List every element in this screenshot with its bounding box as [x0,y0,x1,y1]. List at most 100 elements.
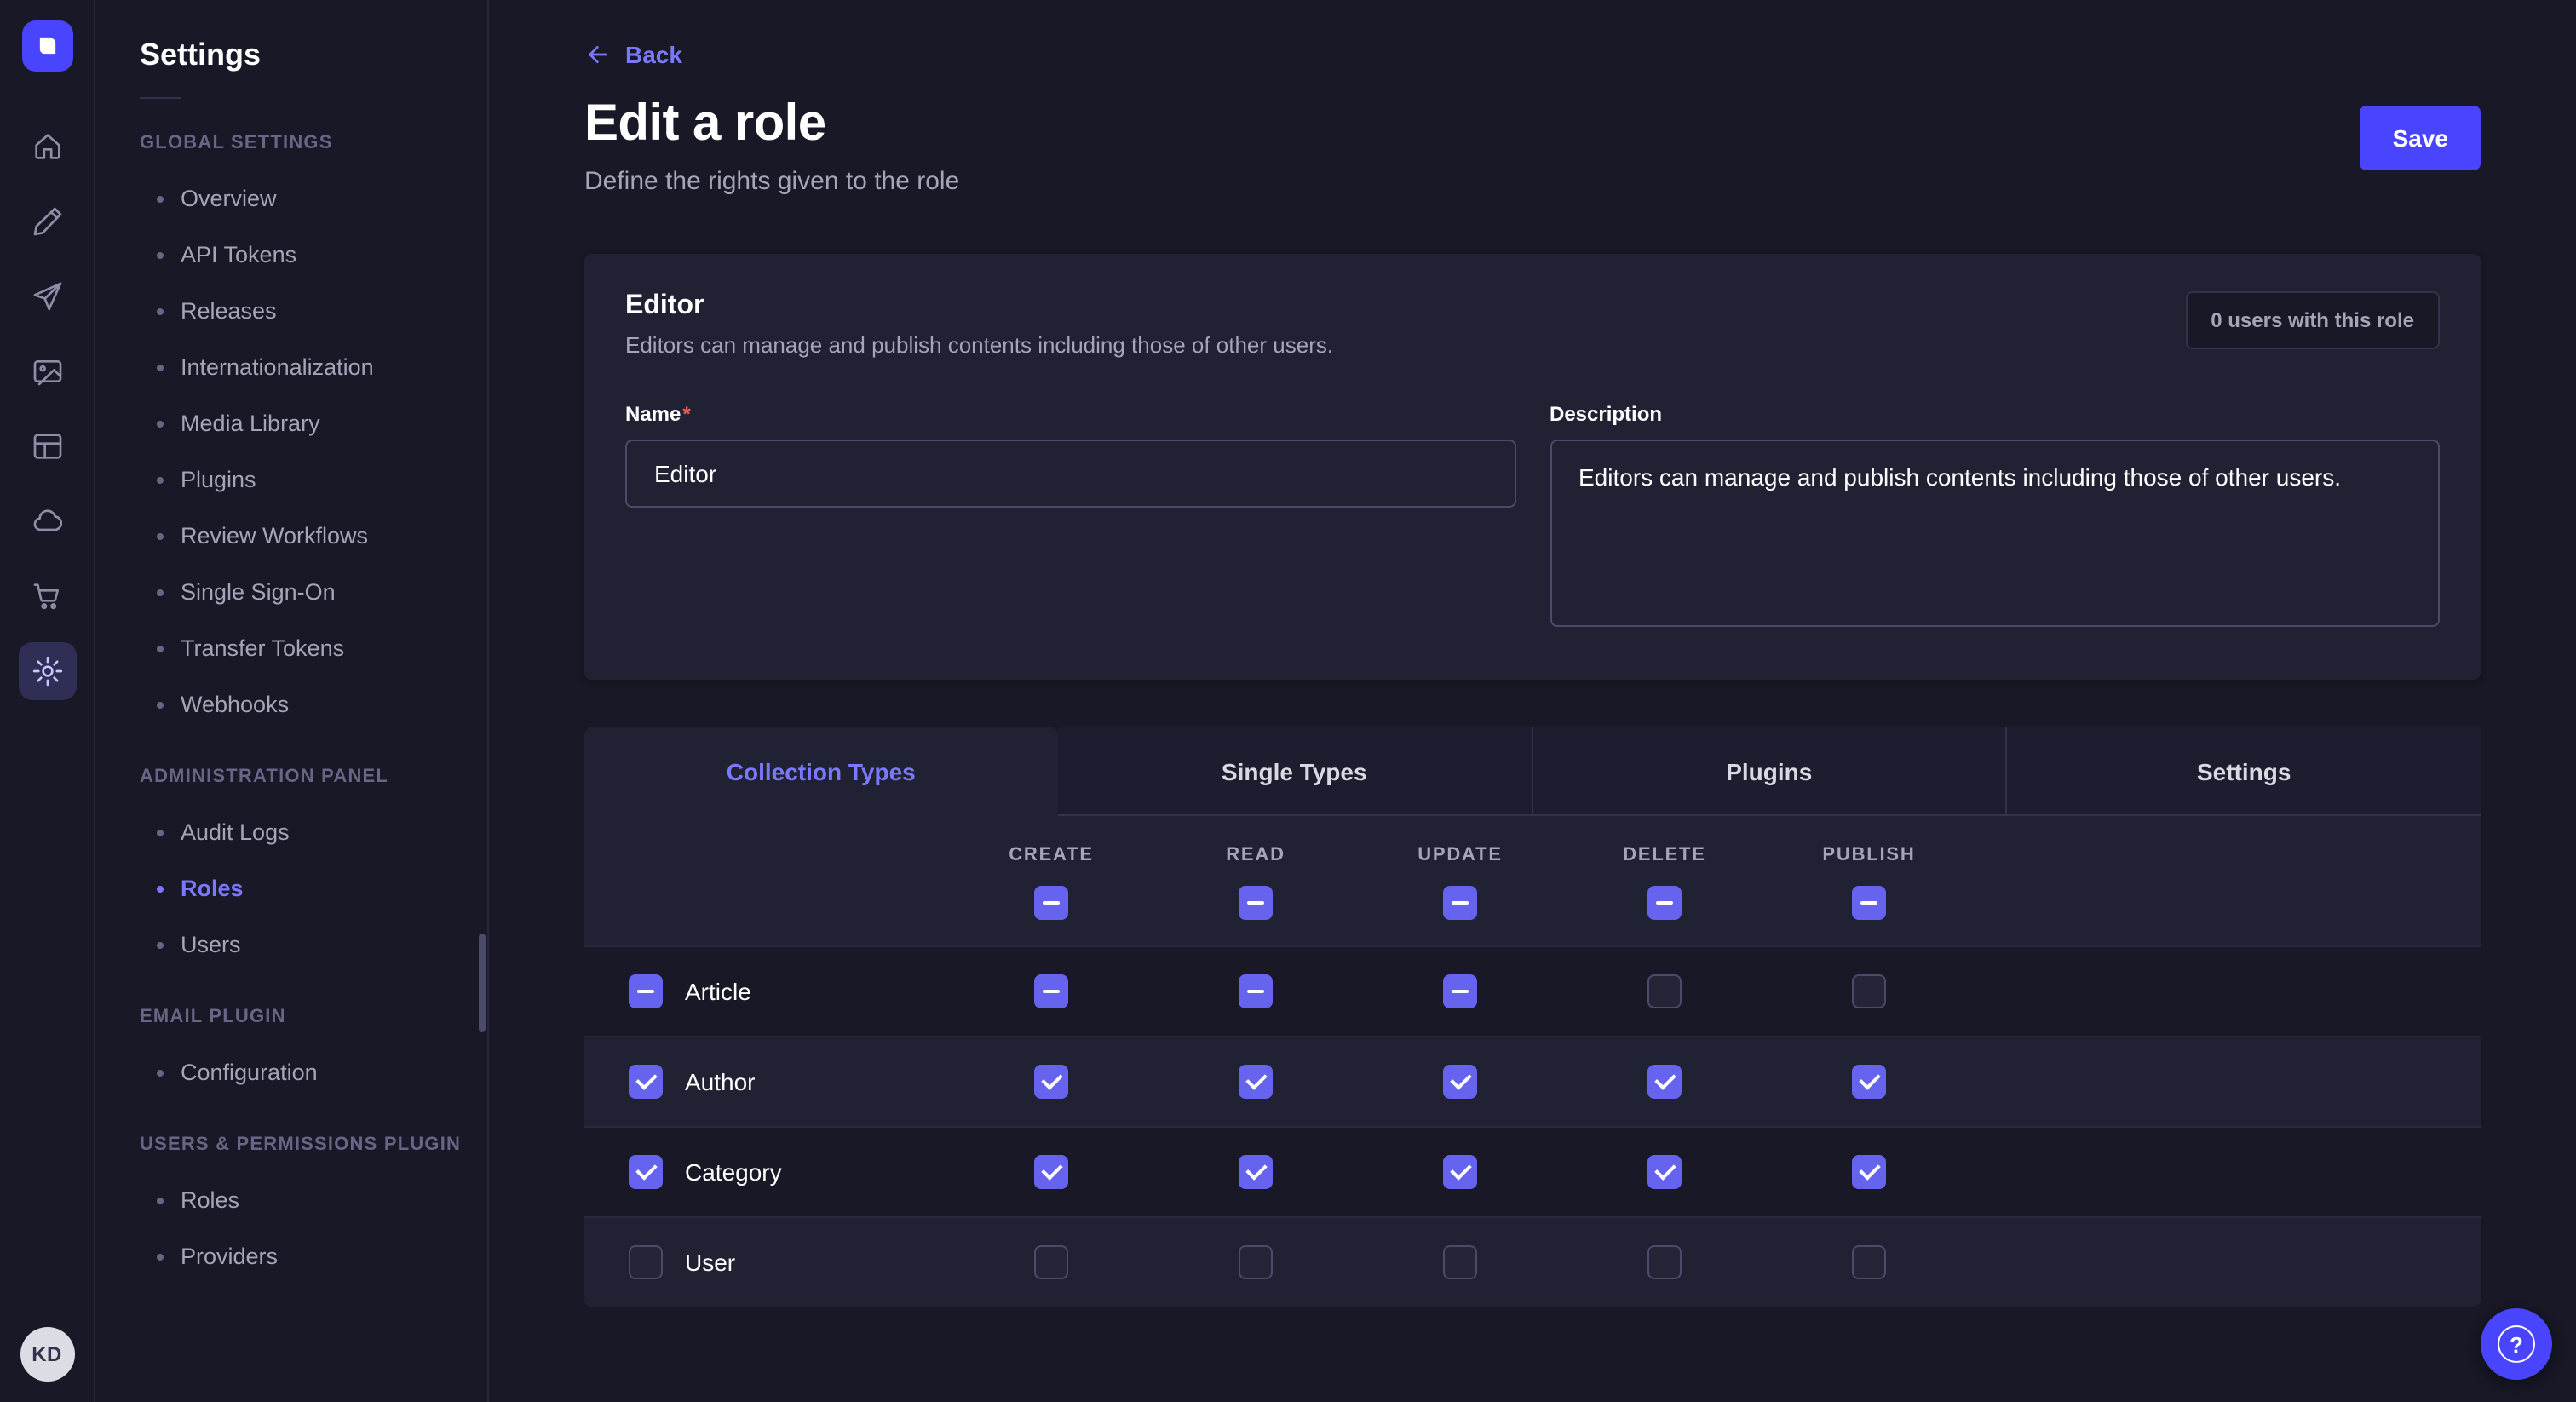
settings-sidebar: Settings GLOBAL SETTINGSOverviewAPI Toke… [95,0,489,1402]
nav-settings[interactable] [18,642,76,700]
tab-single-types[interactable]: Single Types [1058,727,1532,816]
permission-cell [1767,1155,1971,1189]
role-description-textarea[interactable]: Editors can manage and publish contents … [1550,440,2440,627]
name-label-text: Name [625,402,681,426]
sidebar-item-media-library[interactable]: Media Library [140,395,467,451]
row-name-cell: Article [584,974,949,1008]
category-update-checkbox[interactable] [1443,1155,1477,1189]
tab-settings[interactable]: Settings [2006,727,2481,816]
app: KD Settings GLOBAL SETTINGSOverviewAPI T… [0,0,2576,1402]
permission-cell [1562,974,1767,1008]
permission-cell [1358,1155,1562,1189]
sidebar-item-label: Audit Logs [181,819,290,845]
sidebar-item-label: Roles [181,876,244,901]
category-row-checkbox[interactable] [629,1155,663,1189]
select-all-delete-checkbox[interactable] [1647,886,1682,920]
select-all-publish-checkbox[interactable] [1852,886,1886,920]
author-update-checkbox[interactable] [1443,1065,1477,1099]
user-read-checkbox[interactable] [1239,1245,1273,1279]
bullet-icon [157,701,164,708]
select-all-create-checkbox[interactable] [1034,886,1068,920]
category-delete-checkbox[interactable] [1647,1155,1682,1189]
permissions-column-read: READ [1153,845,1358,920]
sidebar-item-plugins[interactable]: Plugins [140,451,467,508]
user-update-checkbox[interactable] [1443,1245,1477,1279]
back-label: Back [625,41,682,68]
nav-content-manager[interactable] [18,192,76,250]
sidebar-sections: GLOBAL SETTINGSOverviewAPI TokensRelease… [140,133,467,1284]
sidebar-item-label: API Tokens [181,242,296,267]
sidebar-item-label: Releases [181,298,277,324]
save-button[interactable]: Save [2360,106,2481,170]
permission-cell [1153,974,1358,1008]
tab-plugins[interactable]: Plugins [1531,727,2006,816]
user-row-checkbox[interactable] [629,1245,663,1279]
category-create-checkbox[interactable] [1034,1155,1068,1189]
permission-cell [1562,1065,1767,1099]
nav-deployments[interactable] [18,267,76,325]
column-label: PUBLISH [1822,845,1915,865]
sidebar-scrollbar-thumb[interactable] [479,934,486,1032]
sidebar-item-users[interactable]: Users [140,916,467,973]
bullet-icon [157,307,164,314]
user-delete-checkbox[interactable] [1647,1245,1682,1279]
permission-cell [949,974,1153,1008]
author-row-checkbox[interactable] [629,1065,663,1099]
author-read-checkbox[interactable] [1239,1065,1273,1099]
marketplace-icon [30,579,64,613]
user-create-checkbox[interactable] [1034,1245,1068,1279]
role-name-input[interactable] [625,440,1515,508]
sidebar-section-label: ADMINISTRATION PANEL [140,767,467,787]
help-button[interactable]: ? [2481,1308,2552,1380]
avatar[interactable]: KD [20,1327,74,1382]
sidebar-item-label: Internationalization [181,354,374,380]
article-delete-checkbox[interactable] [1647,974,1682,1008]
sidebar-item-releases[interactable]: Releases [140,283,467,339]
content-manager-icon [30,204,64,238]
bullet-icon [157,645,164,652]
sidebar-item-configuration[interactable]: Configuration [140,1044,467,1100]
sidebar-item-label: Transfer Tokens [181,635,344,661]
back-link[interactable]: Back [584,41,682,68]
tab-collection-types[interactable]: Collection Types [584,727,1058,816]
article-read-checkbox[interactable] [1239,974,1273,1008]
bullet-icon [157,251,164,258]
nav-cloud[interactable] [18,492,76,550]
select-all-update-checkbox[interactable] [1443,886,1477,920]
permission-cell [1358,1065,1562,1099]
row-name-cell: Author [584,1065,949,1099]
strapi-logo[interactable] [21,20,72,72]
sidebar-item-roles[interactable]: Roles [140,1172,467,1228]
media-library-icon [30,354,64,388]
article-update-checkbox[interactable] [1443,974,1477,1008]
category-publish-checkbox[interactable] [1852,1155,1886,1189]
sidebar-item-webhooks[interactable]: Webhooks [140,676,467,733]
user-publish-checkbox[interactable] [1852,1245,1886,1279]
sidebar-item-review-workflows[interactable]: Review Workflows [140,508,467,564]
author-delete-checkbox[interactable] [1647,1065,1682,1099]
question-mark-icon: ? [2498,1325,2535,1363]
nav-media-library[interactable] [18,342,76,400]
article-row-checkbox[interactable] [629,974,663,1008]
table-row: Article [584,945,2481,1036]
sidebar-item-overview[interactable]: Overview [140,170,467,227]
category-read-checkbox[interactable] [1239,1155,1273,1189]
sidebar-item-single-sign-on[interactable]: Single Sign-On [140,564,467,620]
author-create-checkbox[interactable] [1034,1065,1068,1099]
nav-marketplace[interactable] [18,567,76,625]
sidebar-item-providers[interactable]: Providers [140,1228,467,1284]
sidebar-item-roles[interactable]: Roles [140,860,467,916]
article-create-checkbox[interactable] [1034,974,1068,1008]
sidebar-item-internationalization[interactable]: Internationalization [140,339,467,395]
permissions-section: Collection TypesSingle TypesPluginsSetti… [584,727,2481,1307]
article-publish-checkbox[interactable] [1852,974,1886,1008]
nav-content-type-builder[interactable] [18,417,76,475]
nav-home[interactable] [18,118,76,175]
select-all-read-checkbox[interactable] [1239,886,1273,920]
author-publish-checkbox[interactable] [1852,1065,1886,1099]
sidebar-item-api-tokens[interactable]: API Tokens [140,227,467,283]
sidebar-item-audit-logs[interactable]: Audit Logs [140,804,467,860]
strapi-logo-icon [28,27,66,65]
sidebar-item-transfer-tokens[interactable]: Transfer Tokens [140,620,467,676]
bullet-icon [157,364,164,371]
